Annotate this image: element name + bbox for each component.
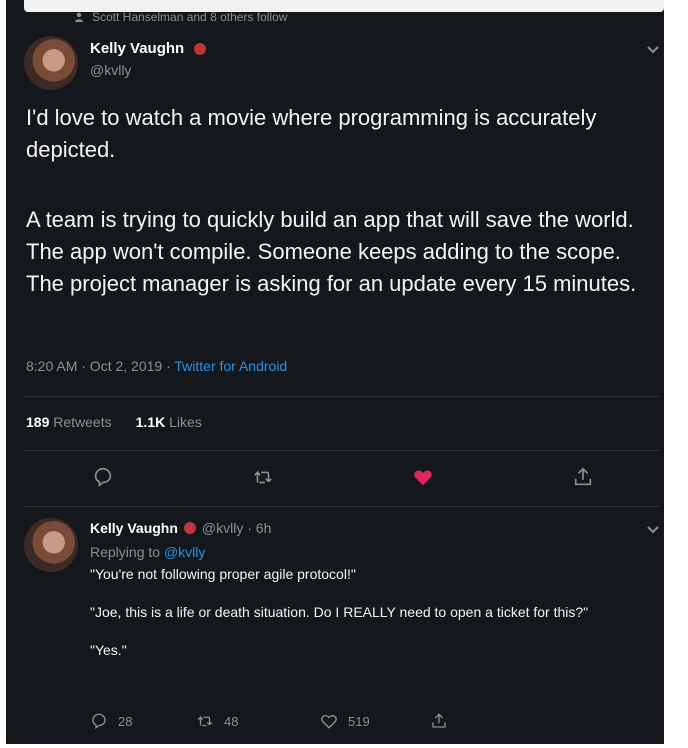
reply-count: 28: [118, 713, 133, 729]
reply-retweet-action[interactable]: 48: [196, 712, 238, 730]
heart-icon[interactable]: [412, 466, 434, 488]
reply-line: "Joe, this is a life or death situation.…: [90, 604, 589, 620]
engagement-stats: 189 Retweets 1.1K Likes: [26, 414, 202, 430]
author-name-row[interactable]: Kelly Vaughn: [90, 40, 207, 57]
retweet-icon[interactable]: [252, 466, 274, 488]
chevron-down-icon[interactable]: [646, 42, 660, 56]
author-name: Kelly Vaughn: [90, 40, 185, 57]
reply-share-action[interactable]: [430, 712, 448, 730]
reply-header: Kelly Vaughn @kvlly · 6h: [90, 520, 271, 536]
retweets-label: Retweets: [53, 414, 112, 430]
replying-to: Replying to @kvlly: [90, 544, 205, 560]
divider: [24, 506, 660, 507]
retweets-count: 189: [26, 414, 50, 430]
reply-actions: 28 48 519: [90, 712, 650, 732]
social-context-text: Scott Hanselman and 8 others follow: [92, 10, 288, 24]
reply-reply-action[interactable]: 28: [90, 712, 132, 730]
tweet-actions: [6, 466, 664, 496]
like-count: 519: [348, 713, 370, 729]
retweet-icon: [197, 715, 213, 727]
likes-stat[interactable]: 1.1K Likes: [136, 414, 202, 430]
person-icon: [75, 12, 83, 22]
reply-author-meta[interactable]: @kvlly · 6h: [202, 520, 271, 536]
reply-line: "You're not following proper agile proto…: [90, 566, 356, 582]
replying-to-handle[interactable]: @kvlly: [164, 544, 205, 560]
tweet-text-paragraph-1: I'd love to watch a movie where programm…: [26, 105, 597, 162]
social-context: Scott Hanselman and 8 others follow: [74, 10, 287, 24]
reply-text: "You're not following proper agile proto…: [90, 564, 650, 678]
divider: [24, 396, 660, 397]
reply-icon: [92, 713, 106, 730]
reply-author-name[interactable]: Kelly Vaughn: [90, 520, 178, 536]
tweet-screenshot: Scott Hanselman and 8 others follow Kell…: [6, 0, 664, 744]
reply-icon[interactable]: [92, 466, 114, 488]
tweet-meta: 8:20 AM · Oct 2, 2019 · Twitter for Andr…: [26, 358, 287, 374]
retweets-stat[interactable]: 189 Retweets: [26, 414, 112, 430]
chevron-down-icon[interactable]: [646, 522, 660, 536]
retweet-count: 48: [224, 713, 239, 729]
badge-icon: [183, 522, 196, 534]
tweet-text-paragraph-2: A team is trying to quickly build an app…: [26, 207, 637, 296]
badge-icon: [194, 43, 207, 56]
avatar[interactable]: [24, 36, 78, 90]
likes-count: 1.1K: [135, 414, 166, 430]
reply-like-action[interactable]: 519: [320, 712, 370, 730]
share-icon: [432, 713, 446, 728]
heart-icon: [321, 714, 337, 729]
replying-to-label: Replying to: [90, 544, 161, 560]
avatar[interactable]: [24, 518, 78, 572]
tweet-timestamp[interactable]: 8:20 AM · Oct 2, 2019 ·: [26, 358, 171, 374]
reply-line: "Yes.": [90, 642, 127, 658]
social-context-banner: Scott Hanselman and 8 others follow: [24, 0, 664, 24]
divider: [24, 450, 660, 451]
author-handle[interactable]: @kvlly: [90, 62, 131, 78]
tweet-source-link[interactable]: Twitter for Android: [174, 358, 287, 374]
share-icon[interactable]: [572, 466, 594, 488]
likes-label: Likes: [169, 414, 202, 430]
